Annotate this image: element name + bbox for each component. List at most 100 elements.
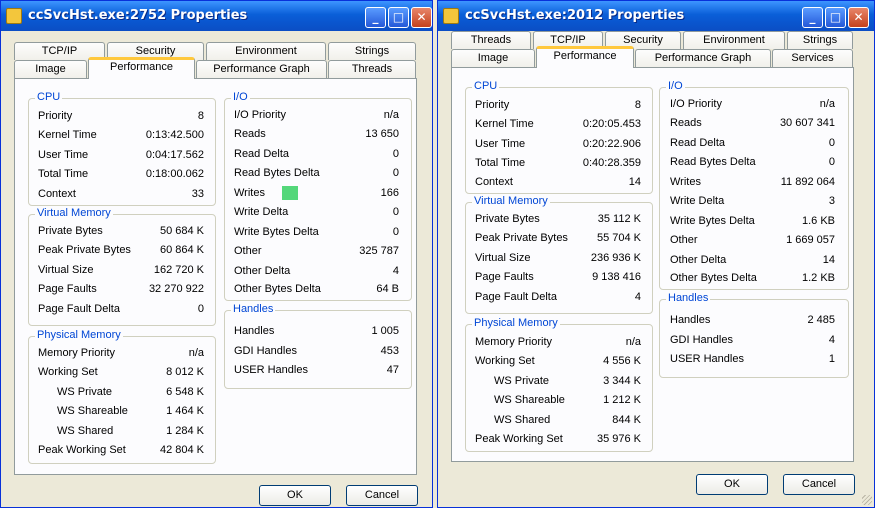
stat-value: 35 976 K xyxy=(596,433,641,445)
cancel-button[interactable]: Cancel xyxy=(783,474,855,495)
stat-value: 47 xyxy=(386,364,399,376)
maximize-button[interactable]: □ xyxy=(388,7,409,28)
tab-threads[interactable]: Threads xyxy=(328,60,416,78)
maximize-button[interactable]: □ xyxy=(825,7,846,28)
stat-row: Page Fault Delta 4 xyxy=(475,291,641,305)
stat-row: Read Delta 0 xyxy=(670,137,835,151)
stat-label: Kernel Time xyxy=(475,118,534,130)
stat-label: Kernel Time xyxy=(38,129,97,141)
minimize-button[interactable]: _ xyxy=(365,7,386,28)
stat-value: 32 270 922 xyxy=(148,283,204,295)
stat-row: Other 325 787 xyxy=(234,245,399,259)
group-title: CPU xyxy=(472,80,500,92)
group-title: Virtual Memory xyxy=(472,195,550,207)
stat-value: 0 xyxy=(828,137,835,149)
title-bar[interactable]: ccSvcHst.exe:2012 Properties _ □ ✕ xyxy=(438,1,874,31)
virtual-memory-group: Virtual Memory Private Bytes 35 112 K Pea… xyxy=(465,195,653,314)
stat-row: Page Faults 9 138 416 xyxy=(475,271,641,285)
stat-label: Other xyxy=(670,234,698,246)
window-title: ccSvcHst.exe:2752 Properties xyxy=(28,8,248,23)
stat-row: Other Bytes Delta 64 B xyxy=(234,283,399,297)
resize-grip[interactable] xyxy=(862,495,872,505)
stat-row: GDI Handles 4 xyxy=(670,334,835,348)
stat-row: WS Shared 844 K xyxy=(494,414,641,428)
tab-services[interactable]: Services xyxy=(772,49,853,67)
stat-label: Peak Private Bytes xyxy=(38,244,131,256)
stat-value: 236 936 K xyxy=(590,252,641,264)
stat-value: 0 xyxy=(392,226,399,238)
stat-row: Read Delta 0 xyxy=(234,148,399,162)
handles-group: Handles Handles 2 485 GDI Handles 4 USER H… xyxy=(659,292,849,378)
stat-value: 4 xyxy=(828,334,835,346)
stat-label: Read Delta xyxy=(234,148,290,160)
tab-performance[interactable]: Performance xyxy=(88,57,195,79)
title-bar[interactable]: ccSvcHst.exe:2752 Properties _ □ ✕ xyxy=(1,1,432,31)
stat-value: n/a xyxy=(383,109,399,121)
stat-label: Write Bytes Delta xyxy=(670,215,755,227)
tab-image[interactable]: Image xyxy=(451,49,535,67)
stat-value: 844 K xyxy=(612,414,641,426)
activity-indicator xyxy=(282,186,298,200)
stat-row: Kernel Time 0:13:42.500 xyxy=(38,129,204,143)
tab-strings[interactable]: Strings xyxy=(787,31,853,49)
physical-memory-group: Physical Memory Memory Priority n/a Worki… xyxy=(28,329,216,464)
stat-value: 1.2 KB xyxy=(801,272,835,284)
stat-row: Peak Private Bytes 55 704 K xyxy=(475,232,641,246)
stat-label: Writes xyxy=(670,176,701,188)
cpu-group: CPU Priority 8 Kernel Time 0:13:42.500 Use… xyxy=(28,91,216,206)
stat-value: 1 464 K xyxy=(166,405,204,417)
stat-row: Memory Priority n/a xyxy=(38,347,204,361)
stat-value: 8 012 K xyxy=(166,366,204,378)
stat-row: Virtual Size 162 720 K xyxy=(38,264,204,278)
cancel-button[interactable]: Cancel xyxy=(346,485,418,506)
tab-environment[interactable]: Environment xyxy=(206,42,326,60)
stat-label: Other Delta xyxy=(234,265,291,277)
stat-value: 1 xyxy=(828,353,835,365)
stat-value: 2 485 xyxy=(807,314,835,326)
stat-value: 0:20:22.906 xyxy=(582,138,641,150)
stat-row: User Time 0:20:22.906 xyxy=(475,138,641,152)
stat-value: 325 787 xyxy=(359,245,399,257)
stat-label: Write Delta xyxy=(670,195,725,207)
stat-value: 30 607 341 xyxy=(779,117,835,129)
tab-threads[interactable]: Threads xyxy=(451,31,531,49)
tab-performance[interactable]: Performance xyxy=(536,46,634,68)
group-title: Virtual Memory xyxy=(35,207,113,219)
stat-value: 8 xyxy=(197,110,204,122)
stat-label: Reads xyxy=(670,117,702,129)
stat-value: 60 864 K xyxy=(159,244,204,256)
stat-value: 0:18:00.062 xyxy=(145,168,204,180)
performance-panel: CPU Priority 8 Kernel Time 0:13:42.500 Use… xyxy=(14,78,417,475)
stat-row: Private Bytes 35 112 K xyxy=(475,213,641,227)
stat-row: Priority 8 xyxy=(475,99,641,113)
stat-value: 50 684 K xyxy=(159,225,204,237)
stat-value: 0:04:17.562 xyxy=(145,149,204,161)
stat-row: Working Set 8 012 K xyxy=(38,366,204,380)
tab-strings[interactable]: Strings xyxy=(328,42,416,60)
stat-value: 6 548 K xyxy=(166,386,204,398)
close-button[interactable]: ✕ xyxy=(848,7,869,28)
tab-performance-graph[interactable]: Performance Graph xyxy=(635,49,771,67)
stat-value: 14 xyxy=(628,176,641,188)
stat-row: WS Private 3 344 K xyxy=(494,375,641,389)
tab-performance-graph[interactable]: Performance Graph xyxy=(196,60,327,78)
stat-label: Reads xyxy=(234,128,266,140)
cpu-group: CPU Priority 8 Kernel Time 0:20:05.453 Use… xyxy=(465,80,653,194)
ok-button[interactable]: OK xyxy=(696,474,768,495)
minimize-button[interactable]: _ xyxy=(802,7,823,28)
stat-label: Virtual Size xyxy=(475,252,531,264)
stat-row: Reads 13 650 xyxy=(234,128,399,142)
stat-label: WS Shared xyxy=(57,425,114,437)
stat-label: Peak Private Bytes xyxy=(475,232,568,244)
ok-button[interactable]: OK xyxy=(259,485,331,506)
physical-memory-group: Physical Memory Memory Priority n/a Worki… xyxy=(465,317,653,452)
group-title: Physical Memory xyxy=(472,317,560,329)
tab-image[interactable]: Image xyxy=(14,60,87,78)
stat-value: 13 650 xyxy=(365,128,399,140)
stat-label: Write Bytes Delta xyxy=(234,226,319,238)
stat-value: 9 138 416 xyxy=(592,271,641,283)
stat-value: 0 xyxy=(392,206,399,218)
tab-environment[interactable]: Environment xyxy=(683,31,785,49)
close-button[interactable]: ✕ xyxy=(411,7,432,28)
stat-value: 0:13:42.500 xyxy=(145,129,204,141)
